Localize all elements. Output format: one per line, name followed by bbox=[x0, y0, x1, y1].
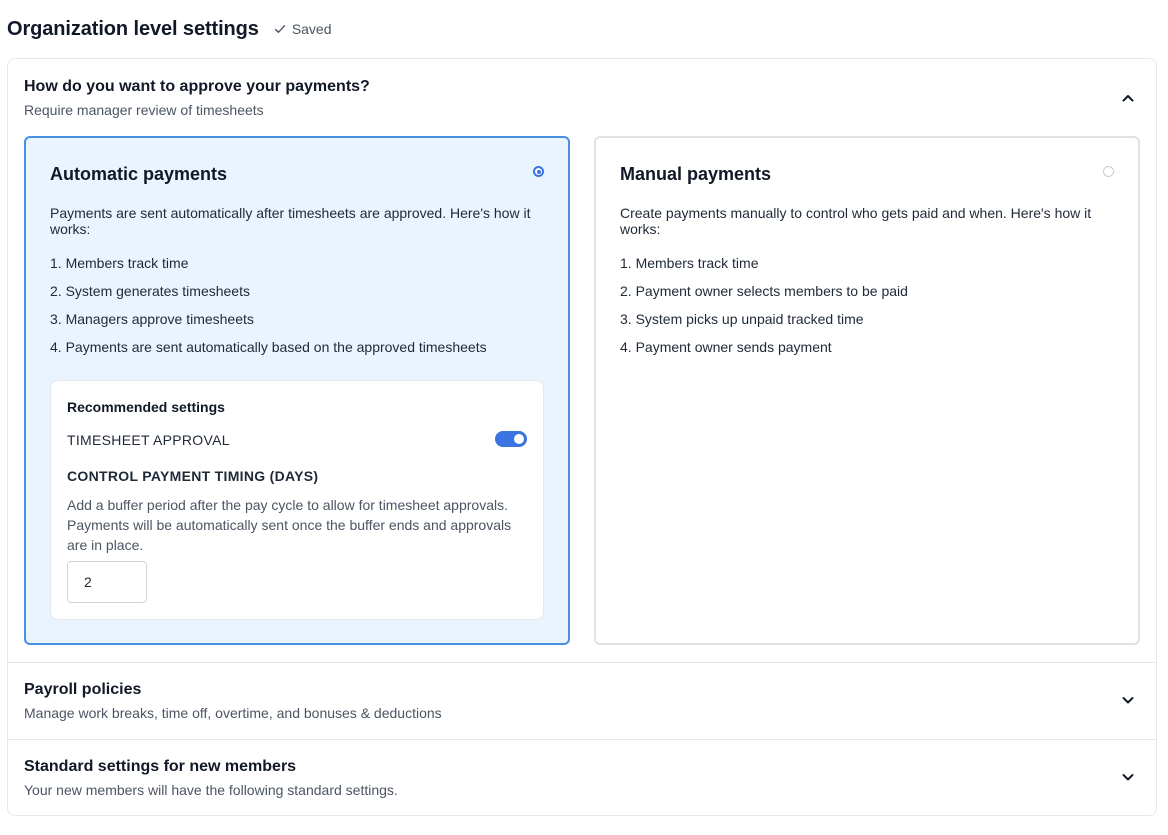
chevron-up-icon[interactable] bbox=[1120, 90, 1136, 106]
settings-panel: How do you want to approve your payments… bbox=[7, 58, 1157, 816]
section-divider bbox=[8, 739, 1156, 740]
manual-payments-title: Manual payments bbox=[620, 164, 772, 184]
automatic-payments-radio[interactable] bbox=[533, 166, 544, 177]
page-title: Organization level settings bbox=[7, 17, 259, 40]
saved-status: Saved bbox=[274, 21, 332, 37]
list-item: 2. Payment owner selects members to be p… bbox=[620, 283, 908, 299]
chevron-down-icon[interactable] bbox=[1120, 769, 1136, 785]
payroll-section-header[interactable]: Payroll policies Manage work breaks, tim… bbox=[24, 681, 442, 721]
section-divider bbox=[8, 662, 1156, 663]
manual-payments-radio[interactable] bbox=[1103, 166, 1114, 177]
saved-label: Saved bbox=[291, 21, 332, 37]
payroll-section-subtitle: Manage work breaks, time off, overtime, … bbox=[24, 705, 442, 721]
check-icon bbox=[274, 25, 286, 33]
automatic-payments-card[interactable]: Automatic payments Payments are sent aut… bbox=[24, 136, 570, 645]
timesheet-approval-label: TIMESHEET APPROVAL bbox=[67, 432, 230, 448]
payment-timing-input[interactable] bbox=[67, 561, 147, 603]
automatic-payments-steps: 1. Members track time 2. System generate… bbox=[50, 255, 487, 367]
chevron-down-icon[interactable] bbox=[1120, 692, 1136, 708]
manual-payments-card[interactable]: Manual payments Create payments manually… bbox=[594, 136, 1140, 645]
automatic-payments-description: Payments are sent automatically after ti… bbox=[50, 205, 531, 237]
manual-payments-steps: 1. Members track time 2. Payment owner s… bbox=[620, 255, 908, 367]
approval-section-subtitle: Require manager review of timesheets bbox=[24, 102, 264, 118]
list-item: 2. System generates timesheets bbox=[50, 283, 250, 299]
standard-section-title: Standard settings for new members bbox=[24, 758, 297, 775]
recommended-settings-title: Recommended settings bbox=[67, 399, 225, 415]
timesheet-approval-toggle[interactable] bbox=[495, 431, 527, 447]
list-item: 1. Members track time bbox=[620, 255, 759, 271]
list-item: 1. Members track time bbox=[50, 255, 189, 271]
standard-section-header[interactable]: Standard settings for new members Your n… bbox=[24, 758, 398, 798]
payment-timing-label: CONTROL PAYMENT TIMING (DAYS) bbox=[67, 468, 319, 484]
list-item: 4. Payments are sent automatically based… bbox=[50, 339, 487, 355]
approval-section-title: How do you want to approve your payments… bbox=[24, 78, 370, 95]
payroll-section-title: Payroll policies bbox=[24, 681, 142, 698]
settings-page: Organization level settings Saved How do… bbox=[0, 0, 1168, 835]
list-item: 3. System picks up unpaid tracked time bbox=[620, 311, 864, 327]
page-header: Organization level settings Saved bbox=[7, 16, 332, 42]
approval-section-header[interactable]: How do you want to approve your payments… bbox=[24, 78, 370, 118]
manual-payments-description: Create payments manually to control who … bbox=[620, 205, 1092, 237]
payment-timing-help: Add a buffer period after the pay cycle … bbox=[67, 497, 512, 553]
list-item: 3. Managers approve timesheets bbox=[50, 311, 254, 327]
automatic-payments-title: Automatic payments bbox=[50, 164, 228, 184]
recommended-settings-box: Recommended settings TIMESHEET APPROVAL … bbox=[50, 380, 544, 620]
standard-section-subtitle: Your new members will have the following… bbox=[24, 782, 398, 798]
list-item: 4. Payment owner sends payment bbox=[620, 339, 832, 355]
